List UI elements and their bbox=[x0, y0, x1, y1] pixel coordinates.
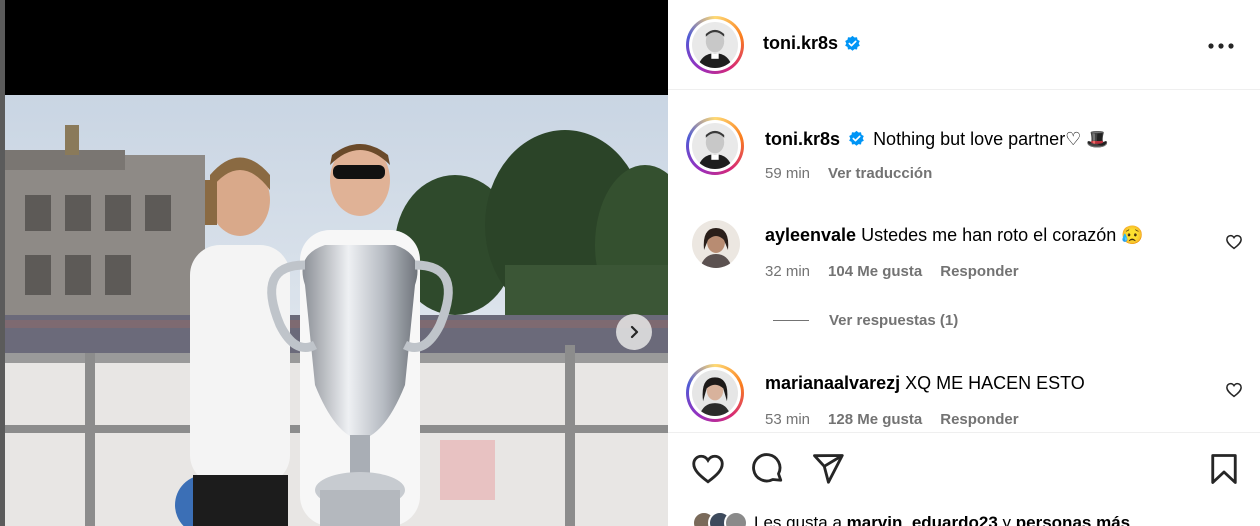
liked-by-middle: y bbox=[997, 513, 1016, 526]
caption-username[interactable]: toni.kr8s bbox=[765, 129, 840, 149]
comment-time[interactable]: 53 min bbox=[765, 411, 810, 428]
comment-text: XQ ME HACEN ESTO bbox=[905, 373, 1085, 393]
comment-time[interactable]: 32 min bbox=[765, 263, 810, 280]
caption-meta: 59 min Ver traducción bbox=[765, 165, 932, 182]
comment-username[interactable]: ayleenvale bbox=[765, 225, 856, 245]
author-username[interactable]: toni.kr8s bbox=[763, 33, 838, 54]
more-horizontal-icon bbox=[1208, 43, 1234, 49]
avatar-image bbox=[692, 220, 740, 268]
author-username-row[interactable]: toni.kr8s bbox=[763, 33, 861, 54]
avatar-image bbox=[692, 22, 738, 68]
comment-username[interactable]: marianaalvarezj bbox=[765, 373, 900, 393]
comment-likes[interactable]: 128 Me gusta bbox=[828, 411, 922, 428]
comment-likes[interactable]: 104 Me gusta bbox=[828, 263, 922, 280]
liked-by-others[interactable]: personas más bbox=[1016, 513, 1130, 526]
comment-text-row: ayleenvale Ustedes me han roto el corazó… bbox=[765, 223, 1144, 247]
liked-by-text: Les gusta a marvin_eduardo23 y personas … bbox=[754, 513, 1130, 526]
post-header: toni.kr8s bbox=[668, 0, 1260, 90]
commenter-avatar[interactable] bbox=[692, 220, 740, 268]
liked-by-user[interactable]: marvin_eduardo23 bbox=[847, 513, 998, 526]
post-actions: Les gusta a marvin_eduardo23 y personas … bbox=[668, 432, 1260, 526]
comments-list[interactable]: toni.kr8s Nothing but love partner♡ 🎩 59… bbox=[668, 91, 1260, 431]
comment-text-row: marianaalvarezj XQ ME HACEN ESTO bbox=[765, 371, 1085, 395]
heart-icon[interactable] bbox=[1225, 381, 1243, 399]
send-icon[interactable] bbox=[810, 451, 846, 487]
author-avatar[interactable] bbox=[686, 16, 744, 74]
heart-icon[interactable] bbox=[690, 451, 726, 487]
reply-button[interactable]: Responder bbox=[940, 263, 1018, 280]
post-side-panel: toni.kr8s toni.kr8s Nothing but love par… bbox=[668, 0, 1260, 526]
avatar-image bbox=[692, 123, 738, 169]
commenter-avatar[interactable] bbox=[686, 364, 744, 422]
comment-meta: 32 min 104 Me gusta Responder bbox=[765, 263, 1019, 280]
next-photo-button[interactable] bbox=[616, 314, 652, 350]
translate-link[interactable]: Ver traducción bbox=[828, 165, 932, 182]
photo-illustration bbox=[5, 95, 668, 526]
caption-text-row: toni.kr8s Nothing but love partner♡ 🎩 bbox=[765, 127, 1109, 151]
caption-text: Nothing but love partner♡ 🎩 bbox=[873, 129, 1109, 149]
verified-badge-icon bbox=[849, 130, 864, 146]
bookmark-icon[interactable] bbox=[1206, 451, 1242, 487]
post-photo[interactable] bbox=[5, 95, 668, 526]
avatar-image bbox=[692, 370, 738, 416]
post-media bbox=[0, 0, 668, 526]
liked-by-row: Les gusta a marvin_eduardo23 y personas … bbox=[692, 511, 1130, 526]
liker-avatar bbox=[724, 511, 748, 526]
replies-divider bbox=[773, 320, 809, 321]
view-replies-label[interactable]: Ver respuestas (1) bbox=[829, 312, 958, 329]
comment-meta: 53 min 128 Me gusta Responder bbox=[765, 411, 1019, 428]
caption-avatar[interactable] bbox=[686, 117, 744, 175]
more-options-button[interactable] bbox=[1208, 32, 1234, 52]
caption-time[interactable]: 59 min bbox=[765, 165, 810, 182]
liked-by-prefix: Les gusta a bbox=[754, 513, 847, 526]
comment-icon[interactable] bbox=[750, 451, 786, 487]
heart-icon[interactable] bbox=[1225, 233, 1243, 251]
verified-badge-icon bbox=[845, 35, 860, 51]
view-replies-button[interactable]: Ver respuestas (1) bbox=[773, 312, 958, 329]
comment-text: Ustedes me han roto el corazón 😥 bbox=[861, 225, 1144, 245]
chevron-right-icon bbox=[630, 325, 639, 339]
reply-button[interactable]: Responder bbox=[940, 411, 1018, 428]
